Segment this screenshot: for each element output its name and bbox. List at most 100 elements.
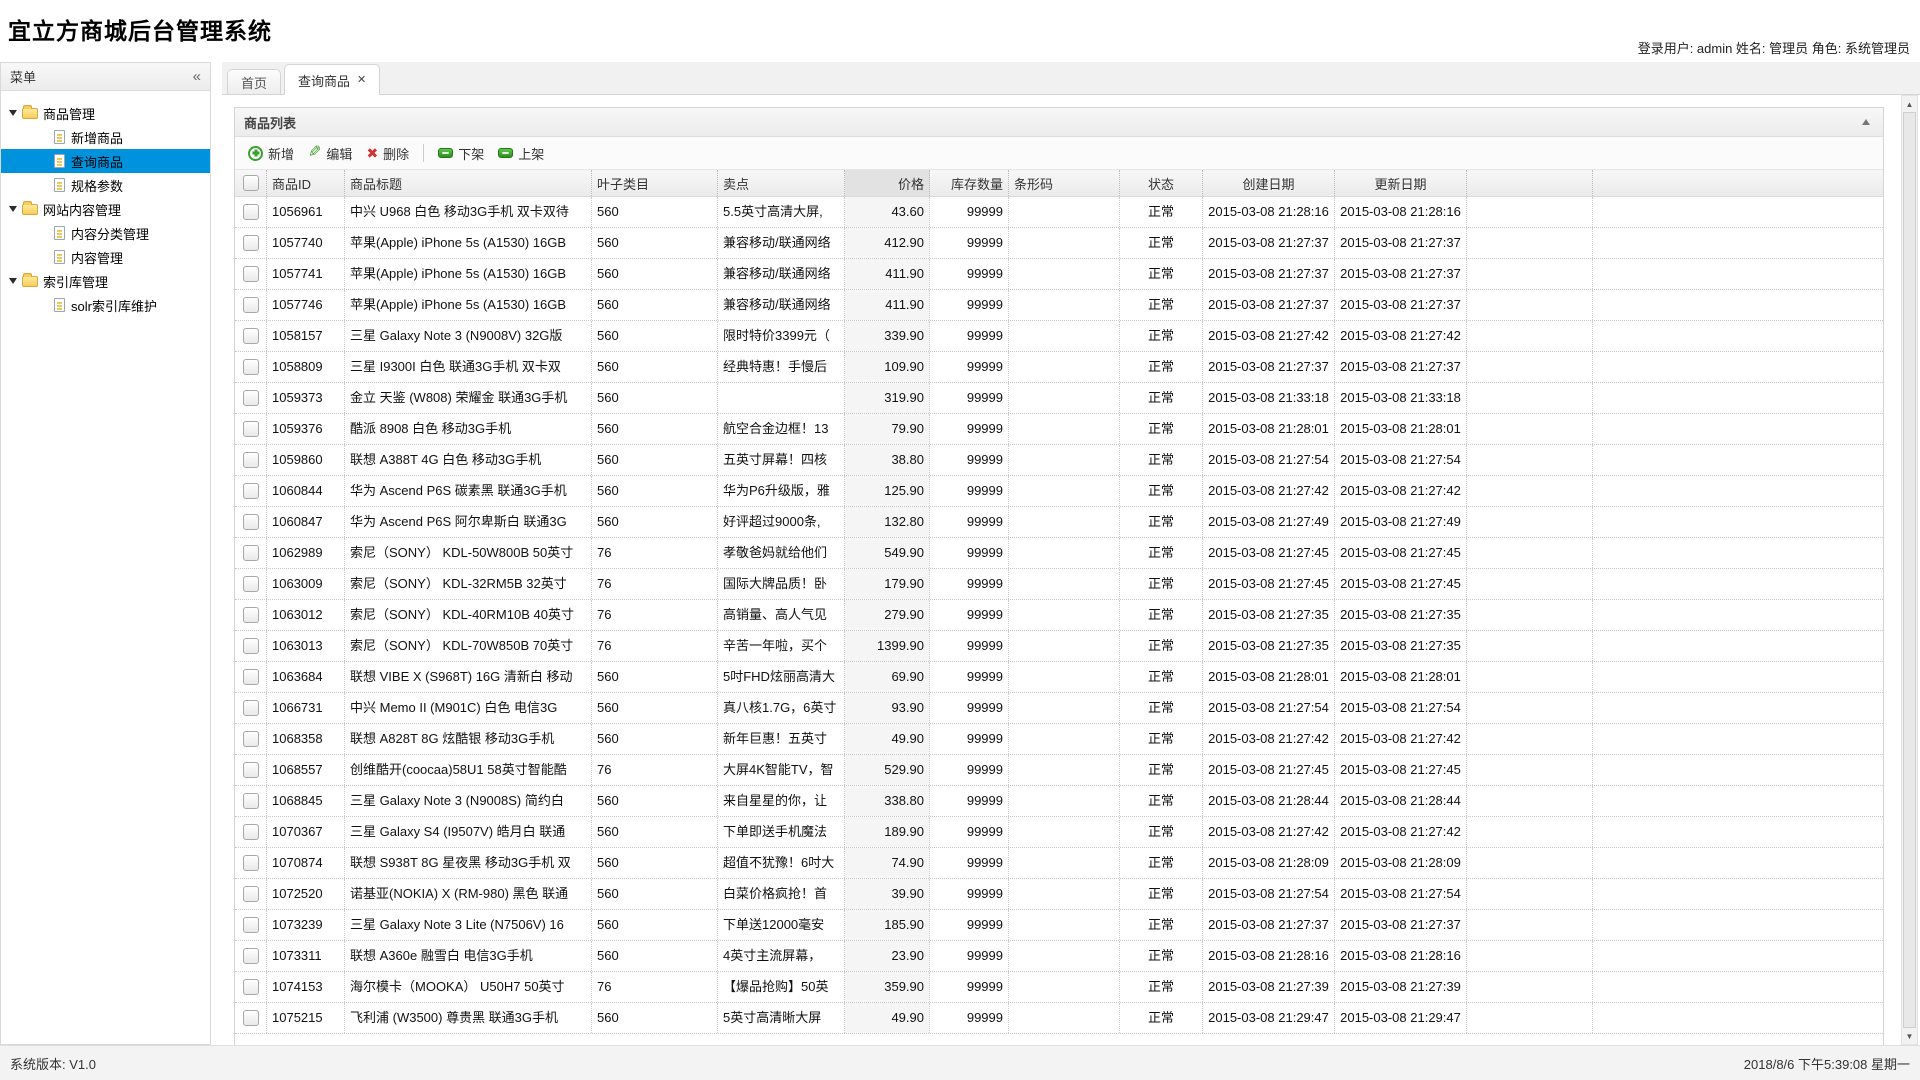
column-header-status[interactable]: 状态 [1120, 170, 1203, 196]
tree-expand-arrow-icon[interactable] [9, 110, 17, 116]
row-checkbox[interactable] [243, 576, 259, 592]
table-row[interactable]: 1063009索尼（SONY） KDL-32RM5B 32英寸76国际大牌品质！… [235, 569, 1883, 600]
edit-button[interactable]: ✎编辑 [308, 144, 352, 163]
row-checkbox[interactable] [243, 669, 259, 685]
row-checkbox[interactable] [243, 390, 259, 406]
table-row[interactable]: 1068845三星 Galaxy Note 3 (N9008S) 简约白560来… [235, 786, 1883, 817]
column-header-sell[interactable]: 卖点 [718, 170, 845, 196]
row-checkbox[interactable] [243, 762, 259, 778]
sidebar-item-goods-query[interactable]: 查询商品 [1, 149, 210, 173]
table-row[interactable]: 1058809三星 I9300I 白色 联通3G手机 双卡双560经典特惠！手慢… [235, 352, 1883, 383]
table-row[interactable]: 1060847华为 Ascend P6S 阿尔卑斯白 联通3G560好评超过90… [235, 507, 1883, 538]
tree-expand-arrow-icon[interactable] [9, 206, 17, 212]
row-checkbox[interactable] [243, 700, 259, 716]
row-checkbox[interactable] [243, 359, 259, 375]
tree-expand-arrow-icon[interactable] [9, 278, 17, 284]
row-checkbox[interactable] [243, 204, 259, 220]
scroll-up-icon[interactable]: ▲ [1902, 96, 1917, 112]
checkbox-icon[interactable] [243, 175, 259, 191]
tab-goods-query[interactable]: 查询商品✕ [284, 64, 380, 95]
sidebar-item-index-manage[interactable]: 索引库管理 [1, 269, 210, 293]
row-checkbox[interactable] [243, 297, 259, 313]
row-checkbox[interactable] [243, 1010, 259, 1026]
column-header-updated[interactable]: 更新日期 [1335, 170, 1467, 196]
table-row[interactable]: 1070874联想 S938T 8G 星夜黑 移动3G手机 双560超值不犹豫！… [235, 848, 1883, 879]
row-checkbox[interactable] [243, 824, 259, 840]
row-checkbox[interactable] [243, 235, 259, 251]
table-row[interactable]: 1063013索尼（SONY） KDL-70W850B 70英寸76辛苦一年啦，… [235, 631, 1883, 662]
row-checkbox[interactable] [243, 979, 259, 995]
cell-updated: 2015-03-08 21:27:54 [1335, 693, 1467, 723]
table-row[interactable]: 1063012索尼（SONY） KDL-40RM10B 40英寸76高销量、高人… [235, 600, 1883, 631]
cell-barcode [1009, 972, 1120, 1002]
table-row[interactable]: 1060844华为 Ascend P6S 碳素黑 联通3G手机560华为P6升级… [235, 476, 1883, 507]
table-row[interactable]: 1062989索尼（SONY） KDL-50W800B 50英寸76孝敬爸妈就给… [235, 538, 1883, 569]
sidebar-item-goods-spec[interactable]: 规格参数 [1, 173, 210, 197]
table-row[interactable]: 1070367三星 Galaxy S4 (I9507V) 皓月白 联通560下单… [235, 817, 1883, 848]
cell-updated: 2015-03-08 21:27:45 [1335, 755, 1467, 785]
row-checkbox[interactable] [243, 948, 259, 964]
onshelf-button[interactable]: 上架 [498, 144, 544, 163]
table-row[interactable]: 1059376酷派 8908 白色 移动3G手机560航空合金边框！1379.9… [235, 414, 1883, 445]
cell-status: 正常 [1120, 662, 1203, 692]
column-header-cat[interactable]: 叶子类目 [592, 170, 718, 196]
close-tab-icon[interactable]: ✕ [357, 75, 366, 86]
cell-status: 正常 [1120, 228, 1203, 258]
sidebar-item-site-content-manage[interactable]: 网站内容管理 [1, 197, 210, 221]
select-all-checkbox[interactable] [235, 170, 267, 196]
tab-home[interactable]: 首页 [227, 69, 281, 94]
table-row[interactable]: 1057740苹果(Apple) iPhone 5s (A1530) 16GB5… [235, 228, 1883, 259]
column-header-stock[interactable]: 库存数量 [930, 170, 1009, 196]
row-checkbox[interactable] [243, 421, 259, 437]
column-header-barcode[interactable]: 条形码 [1009, 170, 1120, 196]
offshelf-button[interactable]: 下架 [438, 144, 484, 163]
add-button[interactable]: 新增 [248, 144, 294, 163]
row-checkbox[interactable] [243, 855, 259, 871]
row-checkbox[interactable] [243, 638, 259, 654]
row-checkbox[interactable] [243, 607, 259, 623]
cell-updated: 2015-03-08 21:27:39 [1335, 972, 1467, 1002]
table-row[interactable]: 1057741苹果(Apple) iPhone 5s (A1530) 16GB5… [235, 259, 1883, 290]
row-checkbox[interactable] [243, 514, 259, 530]
sidebar-item-goods-manage[interactable]: 商品管理 [1, 101, 210, 125]
row-checkbox[interactable] [243, 266, 259, 282]
row-checkbox[interactable] [243, 731, 259, 747]
row-checkbox[interactable] [243, 545, 259, 561]
sidebar-item-solr-index-maintain[interactable]: solr索引库维护 [1, 293, 210, 317]
sidebar-item-content-manage[interactable]: 内容管理 [1, 245, 210, 269]
row-checkbox[interactable] [243, 886, 259, 902]
table-row[interactable]: 1063684联想 VIBE X (S968T) 16G 清新白 移动5605吋… [235, 662, 1883, 693]
row-checkbox[interactable] [243, 917, 259, 933]
table-row[interactable]: 1074153海尔模卡（MOOKA） U50H7 50英寸76【爆品抢购】50英… [235, 972, 1883, 1003]
table-row[interactable]: 1058157三星 Galaxy Note 3 (N9008V) 32G版560… [235, 321, 1883, 352]
delete-button[interactable]: ✖删除 [366, 144, 409, 163]
table-row[interactable]: 1066731中兴 Memo II (M901C) 白色 电信3G560真八核1… [235, 693, 1883, 724]
table-row[interactable]: 1057746苹果(Apple) iPhone 5s (A1530) 16GB5… [235, 290, 1883, 321]
table-row[interactable]: 1059860联想 A388T 4G 白色 移动3G手机560五英寸屏幕！四核3… [235, 445, 1883, 476]
table-row[interactable]: 1073239三星 Galaxy Note 3 Lite (N7506V) 16… [235, 910, 1883, 941]
table-row[interactable]: 1075215飞利浦 (W3500) 尊贵黑 联通3G手机5605英寸高清晰大屏… [235, 1003, 1883, 1034]
cell-title: 华为 Ascend P6S 碳素黑 联通3G手机 [345, 476, 592, 506]
row-checkbox[interactable] [243, 452, 259, 468]
sidebar-item-goods-add[interactable]: 新增商品 [1, 125, 210, 149]
table-row[interactable]: 1068358联想 A828T 8G 炫酷银 移动3G手机560新年巨惠！五英寸… [235, 724, 1883, 755]
table-row[interactable]: 1072520诺基亚(NOKIA) X (RM-980) 黑色 联通560白菜价… [235, 879, 1883, 910]
panel-collapse-icon[interactable] [1862, 119, 1870, 125]
scrollbar-thumb[interactable] [1903, 112, 1916, 1028]
table-row[interactable]: 1056961中兴 U968 白色 移动3G手机 双卡双待5605.5英寸高清大… [235, 197, 1883, 228]
column-header-id[interactable]: 商品ID [267, 170, 345, 196]
column-header-price[interactable]: 价格 [845, 170, 930, 196]
row-checkbox[interactable] [243, 328, 259, 344]
collapse-sidebar-icon[interactable]: « [193, 69, 201, 84]
vertical-scrollbar[interactable]: ▲ ▼ [1901, 95, 1918, 1045]
row-checkbox[interactable] [243, 793, 259, 809]
column-header-created[interactable]: 创建日期 [1203, 170, 1335, 196]
row-checkbox[interactable] [243, 483, 259, 499]
sidebar-item-content-category-manage[interactable]: 内容分类管理 [1, 221, 210, 245]
table-row[interactable]: 1073311联想 A360e 融雪白 电信3G手机5604英寸主流屏幕，23.… [235, 941, 1883, 972]
column-header-title[interactable]: 商品标题 [345, 170, 592, 196]
scroll-down-icon[interactable]: ▼ [1902, 1028, 1917, 1044]
table-row[interactable]: 1059373金立 天鉴 (W808) 荣耀金 联通3G手机560319.909… [235, 383, 1883, 414]
cell-sell: 5.5英寸高清大屏, [718, 197, 845, 227]
table-row[interactable]: 1068557创维酷开(coocaa)58U1 58英寸智能酷76大屏4K智能T… [235, 755, 1883, 786]
